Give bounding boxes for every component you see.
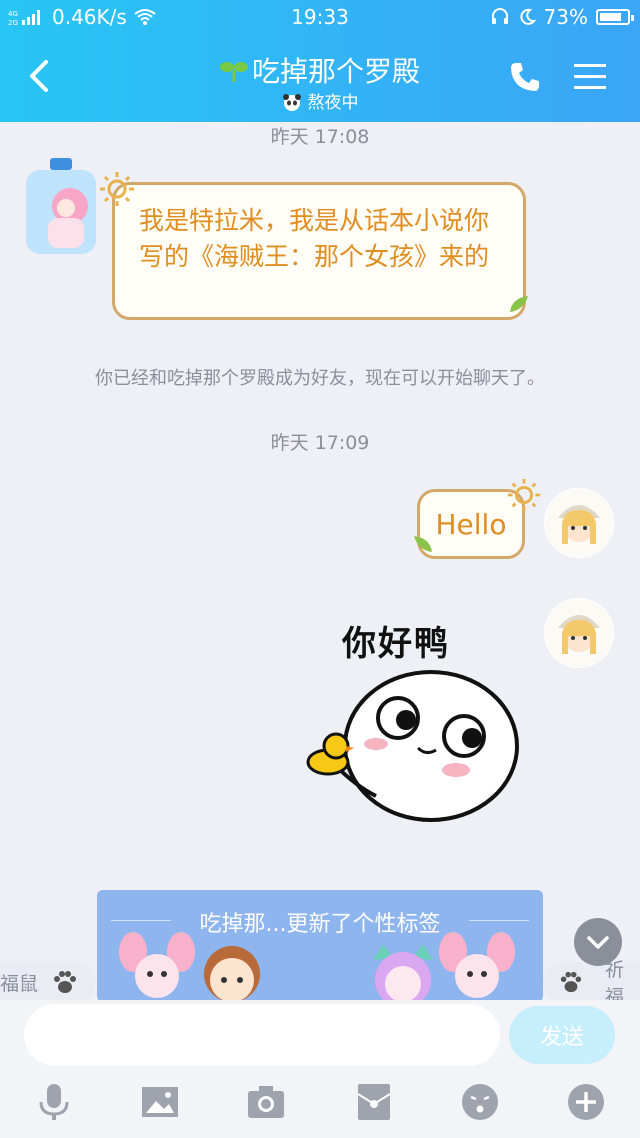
incoming-message-bubble[interactable]: 我是特拉米，我是从话本小说你写的《海贼王：那个女孩》来的 — [112, 182, 526, 320]
chat-status: 熬夜中 — [307, 93, 359, 113]
girl-character-icon — [373, 944, 433, 1002]
profile-update-banner[interactable]: 吃掉那...更新了个性标签 — [97, 890, 543, 1002]
my-avatar[interactable] — [544, 488, 614, 558]
mouse-character-icon — [439, 932, 515, 998]
chevron-down-icon — [587, 936, 609, 949]
moon-icon — [519, 8, 536, 25]
status-right: 73% — [490, 5, 634, 29]
left-tag-label: 福鼠 — [0, 972, 39, 995]
sun-decoration-icon — [100, 172, 134, 206]
message-input[interactable] — [24, 1004, 500, 1066]
left-tag-pill[interactable]: 福鼠 — [0, 962, 96, 1002]
image-icon[interactable] — [140, 1082, 180, 1122]
panda-icon — [282, 94, 301, 111]
boy-character-icon — [204, 946, 260, 1002]
sprout-icon — [219, 62, 248, 82]
menu-icon[interactable] — [574, 62, 606, 90]
paw-icon — [54, 971, 77, 993]
scroll-down-button[interactable] — [574, 918, 622, 966]
outgoing-message-text: Hello — [435, 507, 507, 541]
incoming-message-text: 我是特拉米，我是从话本小说你写的《海贼王：那个女孩》来的 — [139, 206, 490, 271]
sticker-message[interactable]: 你好鸭 — [306, 612, 536, 828]
send-button[interactable]: 发送 — [509, 1006, 615, 1064]
plus-icon[interactable] — [566, 1082, 606, 1122]
friend-avatar[interactable] — [22, 156, 100, 256]
camera-icon[interactable] — [246, 1082, 286, 1122]
paw-icon — [560, 971, 582, 993]
timestamp-1: 昨天 17:08 — [270, 126, 370, 148]
status-subtitle-row: 熬夜中 — [0, 88, 640, 113]
leaf-decoration-icon — [510, 296, 528, 312]
emoji-icon[interactable] — [460, 1082, 500, 1122]
sticker-caption: 你好鸭 — [342, 624, 450, 664]
header-bar: 4G 2G 0.46K/s 19:33 73% 吃掉那个罗殿 熬夜中 — [0, 0, 640, 122]
phone-icon[interactable] — [508, 60, 542, 94]
battery-icon — [596, 9, 634, 25]
sun-decoration-icon — [507, 478, 541, 512]
battery-percent: 73% — [543, 5, 588, 29]
chat-title-row[interactable]: 吃掉那个罗殿 — [0, 50, 640, 90]
status-bar: 4G 2G 0.46K/s 19:33 73% — [0, 0, 640, 34]
friend-added-notice: 你已经和吃掉那个罗殿成为好友，现在可以开始聊天了。 — [95, 368, 545, 389]
chat-title: 吃掉那个罗殿 — [251, 55, 420, 88]
red-packet-icon[interactable] — [354, 1082, 394, 1122]
right-tag-pill[interactable]: 祈福 — [543, 959, 640, 1008]
mouse-character-icon — [119, 932, 195, 998]
headset-icon — [491, 8, 508, 24]
my-avatar[interactable] — [544, 598, 614, 668]
timestamp-2: 昨天 17:09 — [270, 432, 370, 454]
microphone-icon[interactable] — [34, 1082, 74, 1122]
leaf-decoration-icon — [414, 536, 432, 552]
